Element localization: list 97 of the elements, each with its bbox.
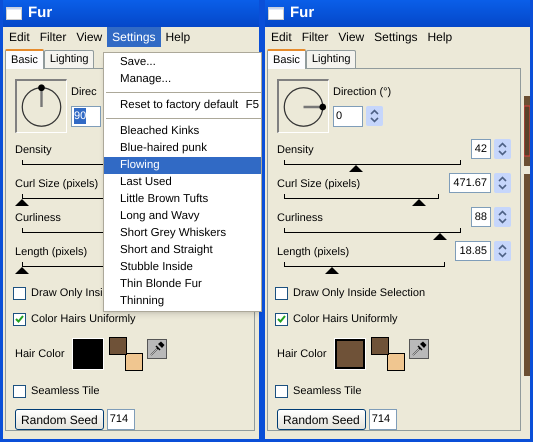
menu-option[interactable]: Little Brown Tufts <box>104 191 261 208</box>
spinner-arrows-icon <box>498 210 507 224</box>
spinner-arrows-icon <box>370 109 379 123</box>
spinner-arrows-icon <box>498 244 507 258</box>
slider-thumb[interactable] <box>15 199 29 206</box>
menu-option[interactable]: Manage... <box>104 71 261 88</box>
menu-option[interactable]: Save... <box>104 54 261 71</box>
eyedropper-button[interactable] <box>146 339 167 359</box>
slider-thumb[interactable] <box>325 267 340 274</box>
window-title: Fur <box>290 3 314 24</box>
slider-thumb[interactable] <box>15 267 29 274</box>
window-icon <box>6 7 22 20</box>
eyedropper-icon <box>410 341 427 357</box>
checkbox[interactable] <box>275 286 288 300</box>
seed-field[interactable]: 714 <box>368 409 397 430</box>
window-title: Fur <box>28 3 52 24</box>
checkbox[interactable] <box>275 312 288 326</box>
direction-dial[interactable] <box>15 79 67 133</box>
slider-label: Density <box>277 143 314 158</box>
hair-color-label: Hair Color <box>15 346 65 362</box>
checkbox[interactable] <box>13 286 26 300</box>
checkbox-label: Draw Only Insi <box>31 286 103 301</box>
slider-label: Curliness <box>15 211 61 226</box>
menu-option[interactable]: Bleached Kinks <box>104 123 261 140</box>
eyedropper-icon <box>148 341 165 357</box>
menu-item[interactable]: View <box>333 27 370 47</box>
spinner-button[interactable] <box>494 173 511 193</box>
menu-option[interactable]: Short and Straight <box>104 242 261 259</box>
tab[interactable]: Lighting <box>306 50 356 68</box>
checkbox-label: Color Hairs Uniformly <box>293 312 398 327</box>
menu-item[interactable]: Help <box>422 27 458 47</box>
value-field[interactable]: 18.85 <box>455 241 491 261</box>
hair-color-label: Hair Color <box>277 346 327 362</box>
direction-value: 90 <box>74 108 86 124</box>
menu-item[interactable]: Filter <box>296 27 334 47</box>
menu-option[interactable]: Reset to factory default F5 <box>104 97 261 114</box>
shortcut-label: F5 <box>246 98 259 113</box>
checkbox[interactable] <box>13 384 26 398</box>
slider-thumb[interactable] <box>432 233 447 240</box>
window-icon <box>268 7 284 20</box>
color-pair-swatch[interactable] <box>370 337 405 371</box>
direction-field[interactable]: 90 <box>71 106 101 126</box>
tab[interactable]: Basic <box>267 49 306 69</box>
value-field[interactable]: 42 <box>470 139 491 159</box>
checkbox-label: Seamless Tile <box>293 384 362 399</box>
seed-field[interactable]: 714 <box>106 409 135 430</box>
spinner-arrows-icon <box>498 176 507 190</box>
spinner-button[interactable] <box>366 106 383 126</box>
menu-option[interactable]: Long and Wavy <box>104 208 261 225</box>
spinner-button[interactable] <box>494 207 511 227</box>
direction-value: 0 <box>336 108 342 124</box>
menu-option[interactable]: Thin Blonde Fur <box>104 276 261 293</box>
slider-thumb[interactable] <box>349 165 364 172</box>
color-swatch[interactable] <box>334 339 365 369</box>
menu-item[interactable]: View <box>71 27 108 47</box>
menu-option[interactable]: Short Grey Whiskers <box>104 225 261 242</box>
tab[interactable]: Lighting <box>44 50 94 68</box>
direction-label: Direction (°) <box>333 85 392 100</box>
direction-dial[interactable] <box>277 79 329 133</box>
eyedropper-button[interactable] <box>408 339 429 359</box>
direction-field[interactable]: 0 <box>333 106 363 126</box>
menu-item[interactable]: Filter <box>34 27 72 47</box>
checkbox[interactable] <box>275 384 288 398</box>
slider-label: Length (pixels) <box>277 245 350 260</box>
slider-label: Curl Size (pixels) <box>15 177 98 192</box>
menu-item[interactable]: Settings <box>369 27 423 47</box>
spinner-button[interactable] <box>494 139 511 159</box>
menu-item[interactable]: Help <box>160 27 196 47</box>
random-seed-button[interactable]: Random Seed <box>277 409 366 430</box>
color-swatch[interactable] <box>72 339 103 369</box>
menu-option[interactable]: Blue-haired punk <box>104 140 261 157</box>
value-field[interactable]: 88 <box>470 207 491 227</box>
value-field[interactable]: 471.67 <box>449 173 491 193</box>
random-seed-button[interactable]: Random Seed <box>15 409 104 430</box>
check-icon <box>277 315 286 323</box>
menu-option[interactable]: Last Used <box>104 174 261 191</box>
slider-label: Curliness <box>277 211 323 226</box>
menu-item[interactable]: Edit <box>4 27 35 47</box>
menu-option[interactable]: Thinning <box>104 293 261 310</box>
direction-label: Direc <box>71 85 98 100</box>
spinner-button[interactable] <box>494 241 511 261</box>
slider-thumb[interactable] <box>412 199 426 206</box>
color-pair-swatch[interactable] <box>108 337 143 371</box>
menu-item[interactable]: Edit <box>266 27 297 47</box>
spinner-arrows-icon <box>498 142 507 156</box>
menu-option[interactable]: Flowing <box>104 157 261 174</box>
check-icon <box>15 315 24 323</box>
checkbox-label: Draw Only Inside Selection <box>293 286 426 301</box>
checkbox-label: Color Hairs Uniformly <box>31 312 136 327</box>
slider-label: Length (pixels) <box>15 245 88 260</box>
slider-label: Curl Size (pixels) <box>277 177 360 192</box>
tab[interactable]: Basic <box>5 49 44 69</box>
menu-item[interactable]: Settings <box>107 27 161 47</box>
slider-label: Density <box>15 143 52 158</box>
checkbox-label: Seamless Tile <box>31 384 100 399</box>
checkbox[interactable] <box>13 312 26 326</box>
menu-option[interactable]: Stubble Inside <box>104 259 261 276</box>
